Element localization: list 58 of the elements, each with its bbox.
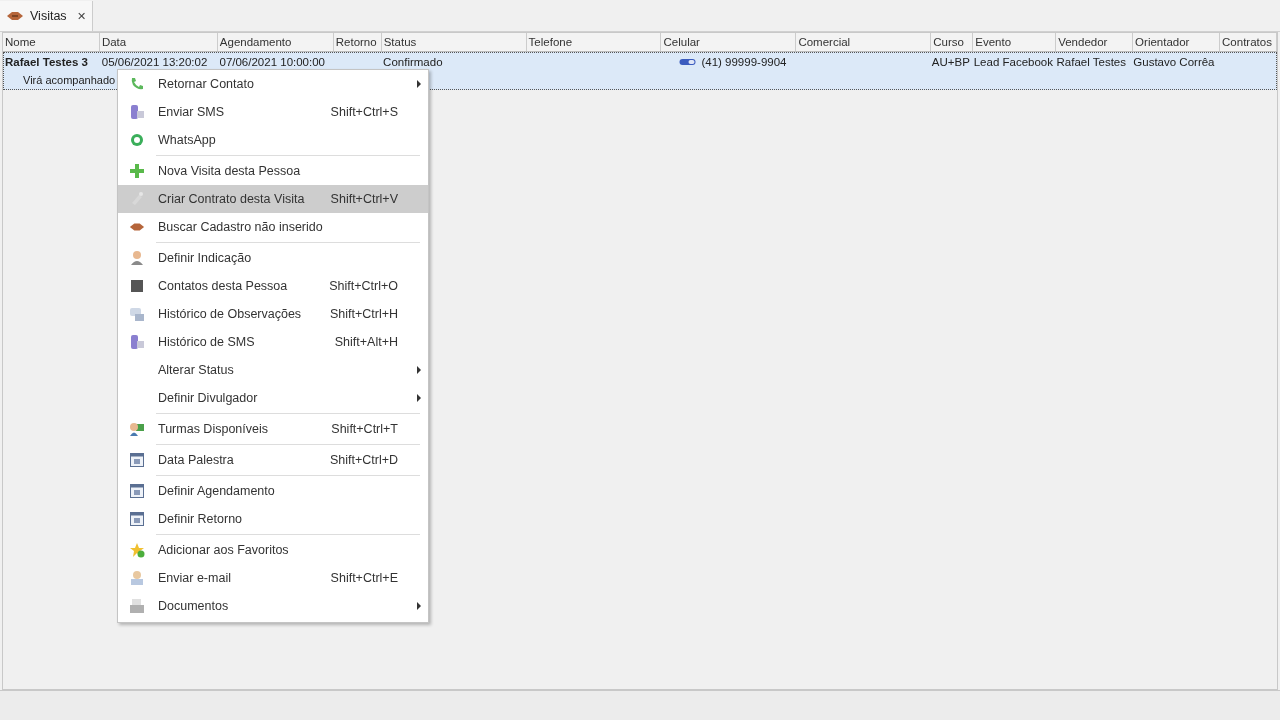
mail-icon (129, 570, 145, 586)
menu-item[interactable]: Buscar Cadastro não inserido (118, 213, 428, 241)
people-icon (129, 421, 145, 437)
calendar-icon (129, 511, 145, 527)
column-header[interactable]: Status (381, 33, 527, 51)
menu-item[interactable]: Adicionar aos Favoritos (118, 536, 428, 564)
menu-item[interactable]: Enviar e-mail Shift+Ctrl+E (118, 564, 428, 592)
menu-item[interactable]: WhatsApp (118, 126, 428, 154)
pen-icon (129, 191, 145, 207)
menu-item[interactable]: Alterar Status (118, 356, 428, 384)
table-cell: Rafael Testes 3 (5, 56, 88, 68)
menu-item[interactable]: Definir Agendamento (118, 477, 428, 505)
column-header[interactable]: Agendamento (217, 33, 334, 51)
person-icon (129, 250, 145, 266)
close-icon[interactable]: ✕ (76, 9, 86, 23)
notes-icon (129, 306, 145, 322)
star-icon (129, 542, 145, 558)
square-icon (129, 278, 145, 294)
table-cell: Confirmado (383, 56, 443, 68)
menu-item[interactable]: Documentos (118, 592, 428, 620)
column-header[interactable]: Contratos (1220, 33, 1277, 51)
table-cell: Rafael Testes (1056, 56, 1126, 68)
handshake-icon (6, 11, 24, 21)
column-header[interactable]: Comercial (796, 33, 932, 51)
column-header[interactable]: Orientador (1133, 33, 1221, 51)
menu-item[interactable]: Histórico de Observações Shift+Ctrl+H (118, 300, 428, 328)
column-header[interactable]: Telefone (526, 33, 662, 51)
menu-item[interactable]: Enviar SMS Shift+Ctrl+S (118, 98, 428, 126)
menu-item[interactable]: Histórico de SMS Shift+Alt+H (118, 328, 428, 356)
column-header[interactable]: Nome (3, 33, 100, 51)
column-header[interactable]: Curso (931, 33, 974, 51)
tab[interactable]: Visitas ✕ (0, 1, 93, 31)
menu-item[interactable]: Turmas Disponíveis Shift+Ctrl+T (118, 415, 428, 443)
menu-item[interactable]: Data Palestra Shift+Ctrl+D (118, 446, 428, 474)
table-cell: 07/06/2021 10:00:00 (219, 56, 325, 68)
menu-item[interactable]: Contatos desta Pessoa Shift+Ctrl+O (118, 272, 428, 300)
calendar-icon (129, 452, 145, 468)
menu-item[interactable]: Definir Divulgador (118, 384, 428, 412)
column-header[interactable]: Data (99, 33, 218, 51)
table-cell: AU+BP (931, 56, 970, 68)
menu-item[interactable]: Definir Retorno (118, 505, 428, 533)
column-header[interactable]: Evento (973, 33, 1057, 51)
phone-message-icon (129, 334, 145, 350)
table-cell: Gustavo Corrêa (1133, 56, 1215, 68)
note-text: Virá acompanhado (23, 73, 116, 88)
printer-icon (129, 598, 145, 614)
menu-item[interactable]: Criar Contrato desta Visita Shift+Ctrl+V (118, 185, 428, 213)
table-cell: Lead Facebook (973, 56, 1053, 68)
column-header[interactable]: Celular (661, 33, 797, 51)
table-cell: 05/06/2021 13:20:02 (101, 56, 208, 68)
column-header[interactable]: Retorno (333, 33, 382, 51)
plus-icon (129, 163, 145, 179)
column-header[interactable]: Vendedor (1056, 33, 1134, 51)
menu-item[interactable]: Definir Indicação (118, 244, 428, 272)
menu-item[interactable]: Nova Visita desta Pessoa (118, 157, 428, 185)
calendar-icon (129, 483, 145, 499)
table-cell: (41) 99999-9904 (701, 56, 787, 68)
phone-message-icon (129, 104, 145, 120)
